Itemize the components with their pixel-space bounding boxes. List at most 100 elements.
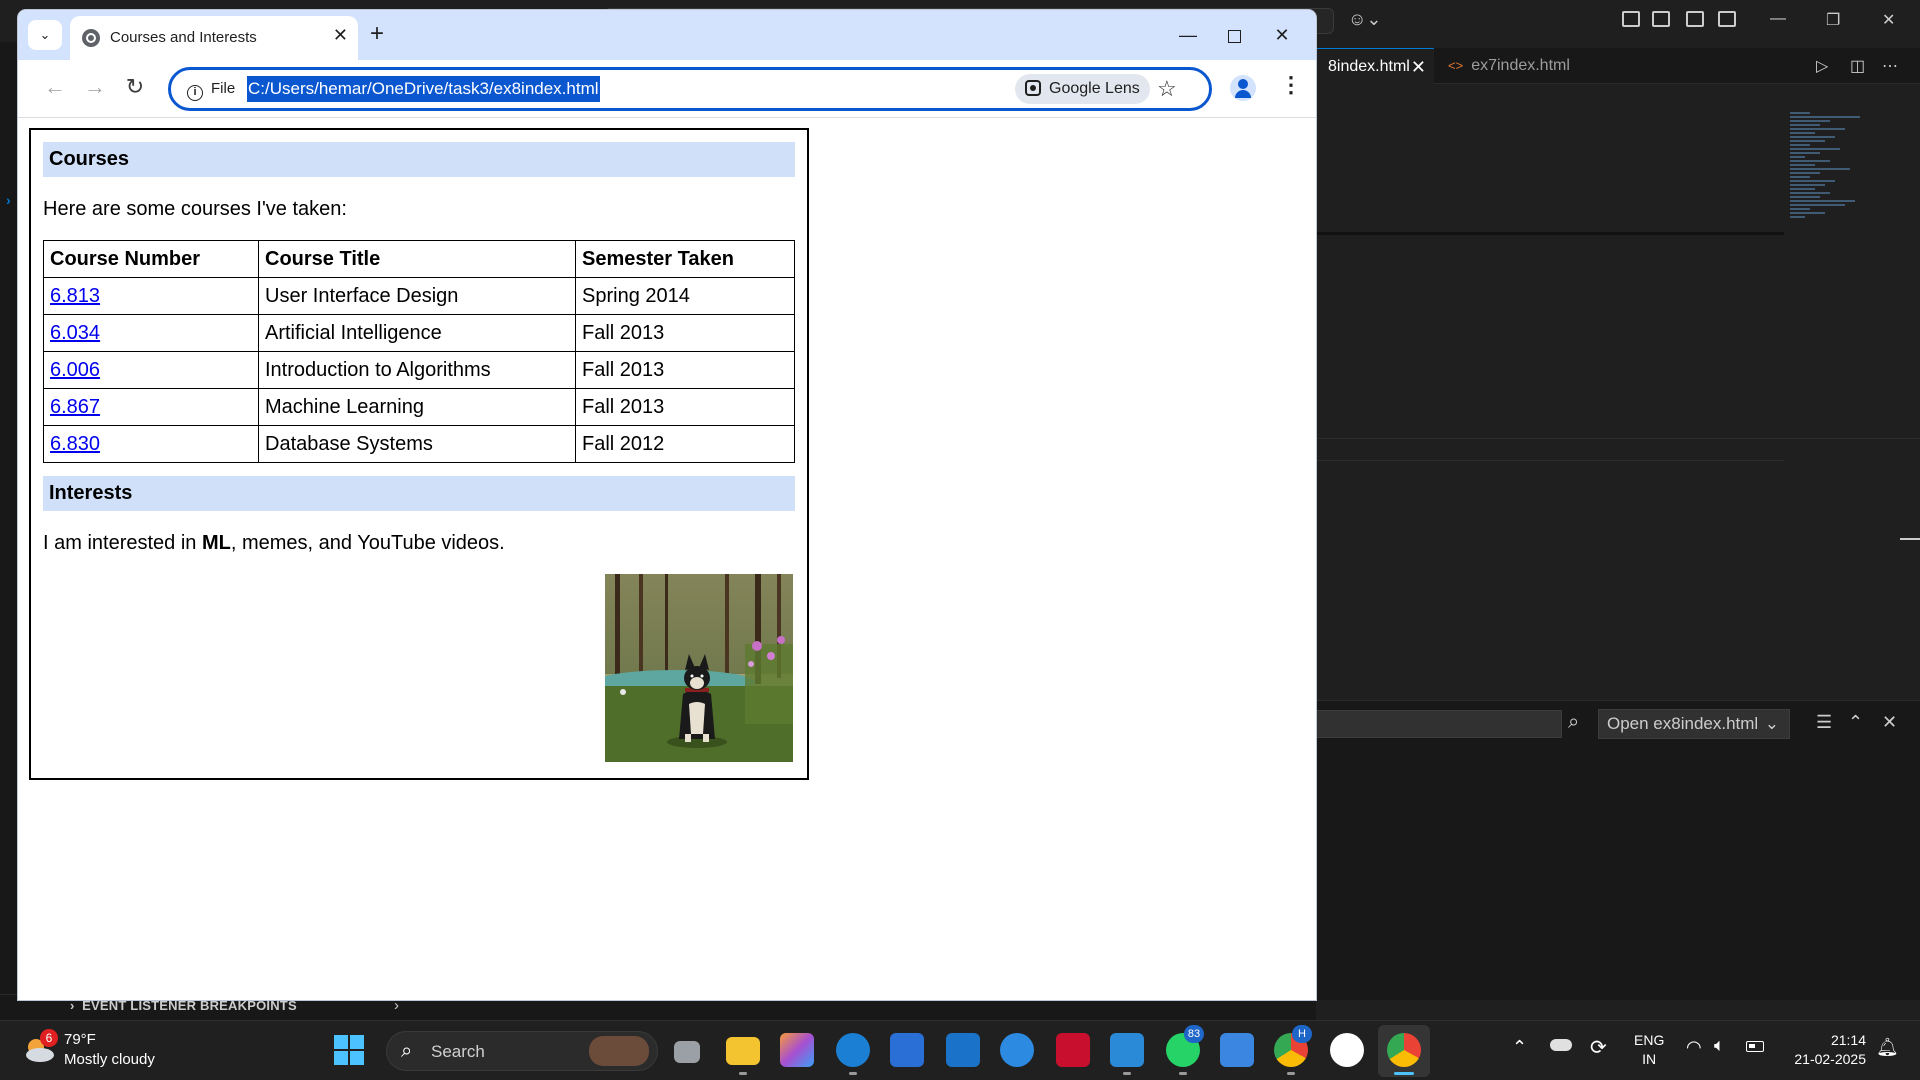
customize-layout-icon[interactable] (1622, 11, 1640, 27)
toggle-primary-sidebar-icon[interactable] (1652, 11, 1670, 27)
course-link[interactable]: 6.034 (50, 322, 100, 344)
interests-bold: ML (201, 532, 231, 554)
courses-heading: Courses (43, 142, 795, 177)
run-icon[interactable]: ▷ (1816, 56, 1828, 76)
vscode-minimize-icon[interactable]: — (1770, 10, 1786, 28)
vscode-tab-label: ex7index.html (1471, 57, 1570, 74)
interests-prefix: I am interested in (43, 532, 202, 554)
clock-time: 21:14 (1830, 1032, 1866, 1048)
content-box: Courses Here are some courses I've taken… (29, 128, 809, 780)
info-icon: i (187, 85, 203, 101)
forward-button[interactable]: → (80, 74, 110, 100)
more-actions-icon[interactable]: ⋯ (1882, 56, 1898, 76)
close-icon[interactable]: ✕ (333, 25, 348, 46)
mcafee-icon[interactable] (1056, 1033, 1090, 1067)
search-highlight-image (589, 1036, 649, 1066)
weather-desc: Mostly cloudy (64, 1051, 155, 1068)
address-bar[interactable]: i File C:/Users/hemar/OneDrive/task3/ex8i… (168, 67, 1212, 111)
back-button[interactable]: ← (40, 74, 70, 100)
vscode-app-icon[interactable] (1110, 1033, 1144, 1067)
whatsapp-badge: 83 (1184, 1025, 1204, 1043)
url-text[interactable]: C:/Users/hemar/OneDrive/task3/ex8index.h… (247, 76, 600, 102)
edge-icon[interactable] (836, 1033, 870, 1067)
bookmark-star-icon[interactable]: ☆ (1157, 74, 1177, 104)
weather-widget[interactable]: 6 79°F Mostly cloudy (22, 1029, 202, 1073)
browser-window: ⌄ Courses and Interests ✕ + — ✕ ← → ↻ iF… (18, 10, 1316, 1000)
globe-icon (82, 29, 100, 47)
semester-cell: Spring 2014 (575, 277, 795, 315)
minimize-button[interactable]: — (1168, 18, 1208, 52)
task-view-icon[interactable] (674, 1041, 700, 1063)
start-button[interactable] (334, 1035, 364, 1065)
chrome-profile-badge: H (1292, 1025, 1312, 1043)
taskbar-search[interactable]: ⌕ Search (386, 1031, 658, 1071)
find-input[interactable] (1316, 710, 1562, 738)
dog-photo-illustration (605, 574, 793, 762)
semester-cell: Fall 2013 (575, 314, 795, 352)
store-icon[interactable] (890, 1033, 924, 1067)
search-icon[interactable]: ⌕ (1568, 711, 1579, 734)
course-link[interactable]: 6.867 (50, 396, 100, 418)
battery-icon[interactable] (1746, 1041, 1764, 1052)
file-explorer-icon[interactable] (726, 1037, 760, 1065)
onedrive-icon[interactable] (1550, 1039, 1572, 1051)
dog-photo (605, 574, 793, 762)
myhp-icon[interactable] (946, 1033, 980, 1067)
event-listener-breakpoints-section[interactable]: › EVENT LISTENER BREAKPOINTS (70, 998, 297, 1013)
tab-title: Courses and Interests (110, 29, 257, 46)
close-icon[interactable]: ✕ (1882, 712, 1897, 733)
chevron-up-icon[interactable]: ⌃ (1512, 1037, 1527, 1058)
copilot-app-icon[interactable] (780, 1033, 814, 1067)
chevron-up-icon[interactable]: ⌃ (1848, 712, 1863, 733)
menu-kebab-icon[interactable]: ⋮ (1280, 72, 1302, 98)
html-file-icon: <> (1448, 58, 1464, 73)
close-window-button[interactable]: ✕ (1262, 18, 1302, 52)
divider (1316, 232, 1784, 235)
section-label: EVENT LISTENER BREAKPOINTS (82, 998, 297, 1013)
course-link[interactable]: 6.813 (50, 285, 100, 307)
course-number-cell: 6.006 (43, 351, 259, 389)
split-editor-icon[interactable]: ◫ (1850, 56, 1865, 76)
course-title-cell: Database Systems (258, 425, 576, 463)
explorer-icon[interactable]: › (6, 192, 11, 208)
vscode-tab-ex7index[interactable]: <> ex7index.html (1436, 48, 1604, 84)
wifi-icon[interactable]: ◠ (1686, 1037, 1702, 1058)
course-link[interactable]: 6.830 (50, 433, 100, 455)
site-info-button[interactable]: i File (179, 76, 243, 102)
windows-logo-icon (334, 1035, 348, 1049)
toggle-secondary-sidebar-icon[interactable] (1718, 11, 1736, 27)
weather-badge: 6 (40, 1029, 58, 1047)
windows-taskbar: 6 79°F Mostly cloudy ⌕ Search 83 H ⌃ ⟳ E… (0, 1020, 1920, 1080)
course-link[interactable]: 6.006 (50, 359, 100, 381)
github-icon[interactable] (1330, 1033, 1364, 1067)
running-indicator (739, 1072, 747, 1075)
copilot-icon[interactable]: ☺⌄ (1348, 9, 1381, 30)
open-file-select[interactable]: Open ex8index.html ⌄ (1598, 709, 1790, 739)
new-tab-button[interactable]: + (370, 20, 384, 48)
clock-date: 21-02-2025 (1794, 1051, 1866, 1067)
toggle-panel-icon[interactable] (1686, 11, 1704, 27)
maximize-button[interactable] (1214, 18, 1254, 52)
minimap[interactable] (1790, 112, 1860, 302)
tab-search-button[interactable]: ⌄ (28, 20, 62, 50)
reload-button[interactable]: ↻ (120, 74, 150, 100)
language-line1: ENG (1634, 1032, 1665, 1048)
close-icon[interactable]: ✕ (1411, 49, 1426, 85)
help-icon[interactable] (1000, 1033, 1034, 1067)
sync-icon[interactable]: ⟳ (1590, 1035, 1607, 1060)
vscode-close-icon[interactable]: ✕ (1882, 10, 1895, 30)
vscode-tab-ex8index[interactable]: 8index.html ✕ (1316, 48, 1434, 84)
vscode-restore-icon[interactable]: ❐ (1826, 10, 1840, 30)
volume-icon[interactable]: 🔈︎ (1714, 1035, 1725, 1056)
notification-bell-icon[interactable]: 🔔︎ (1876, 1037, 1899, 1058)
chevron-down-icon: ⌄ (39, 27, 51, 42)
google-lens-button[interactable]: Google Lens (1015, 74, 1150, 104)
language-indicator[interactable]: ENG IN (1634, 1031, 1664, 1069)
list-icon[interactable]: ☰ (1816, 712, 1832, 733)
browser-tab[interactable]: Courses and Interests ✕ (70, 16, 358, 60)
clock[interactable]: 21:14 21-02-2025 (1786, 1031, 1866, 1069)
chevron-right-icon: › (70, 998, 75, 1013)
photos-icon[interactable] (1220, 1033, 1254, 1067)
table-row: 6.813 User Interface Design Spring 2014 (43, 277, 795, 315)
profile-avatar[interactable] (1230, 75, 1256, 101)
